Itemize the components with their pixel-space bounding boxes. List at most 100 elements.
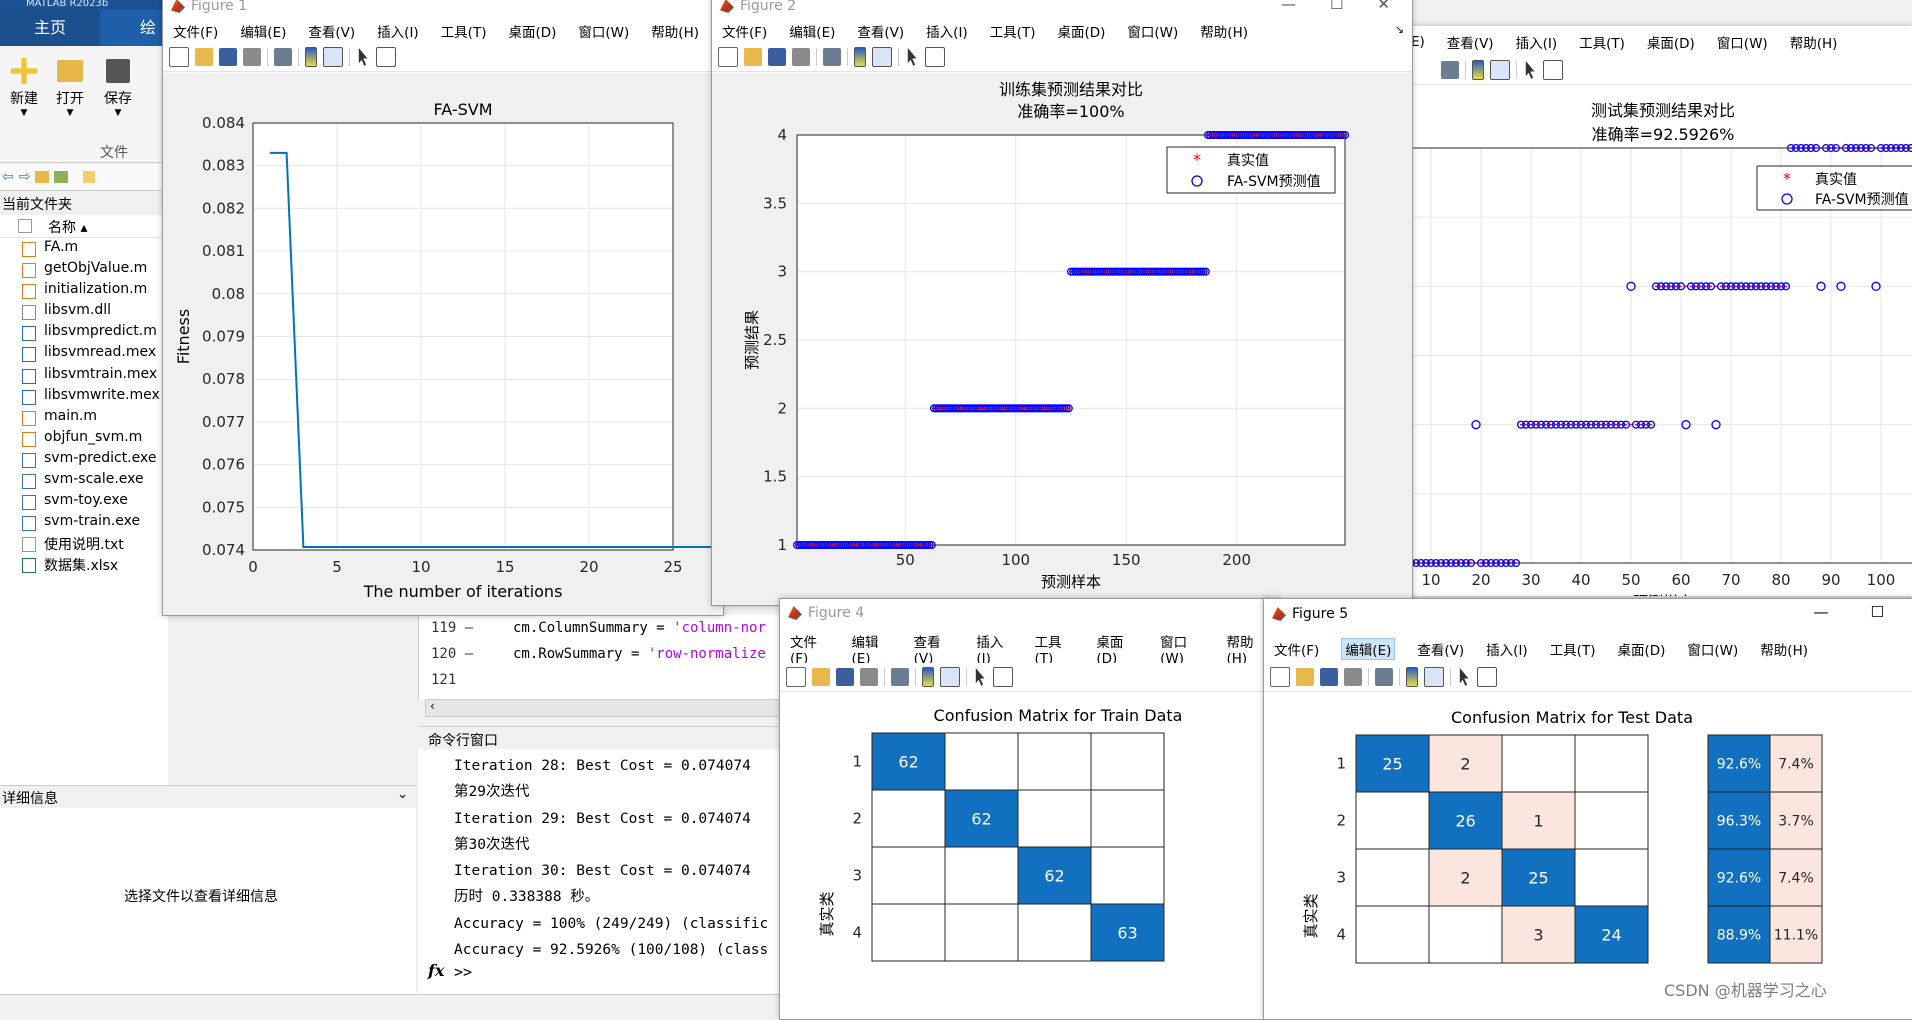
editor-line[interactable]: 119 — cm.ColumnSummary = 'column-nor — [419, 615, 789, 641]
file-item[interactable]: libsvmwrite.mex — [0, 386, 168, 407]
fx-icon[interactable]: fx — [428, 961, 444, 980]
legend-icon[interactable] — [1424, 667, 1444, 687]
file-item[interactable]: getObjValue.m — [0, 259, 168, 280]
new-figure-icon[interactable] — [169, 47, 189, 67]
name-column-header[interactable]: 名称 ▴ — [48, 217, 87, 237]
link-icon[interactable] — [1375, 668, 1393, 686]
file-item[interactable]: svm-toy.exe — [0, 491, 168, 512]
menu-item[interactable]: 查看(V) — [914, 631, 955, 667]
back-arrow-icon[interactable]: ⇦ — [2, 169, 14, 185]
menu-item[interactable]: 插入(I) — [377, 21, 419, 41]
menu-item[interactable]: 桌面(D) — [508, 21, 556, 41]
menu-item[interactable]: 文件(F) — [173, 21, 218, 41]
colorbar-icon[interactable] — [922, 667, 934, 687]
save-figure-icon[interactable] — [836, 668, 854, 686]
menu-item[interactable]: 编辑(E) — [789, 21, 835, 41]
tab-home[interactable]: 主页 — [0, 10, 100, 46]
menu-item[interactable]: 查看(V) — [1417, 639, 1464, 659]
command-window[interactable]: Iteration 28: Best Cost = 0.074074 第29次迭代… — [418, 749, 788, 994]
open-file-icon[interactable] — [744, 48, 762, 66]
menu-item[interactable]: 工具(T) — [441, 21, 487, 41]
menu-item[interactable]: 文件(F) — [1274, 639, 1319, 659]
menu-item[interactable]: 窗口(W) — [578, 21, 629, 41]
menu-item[interactable]: 插入(I) — [976, 631, 1012, 667]
edit-plot-arrow-icon[interactable] — [975, 668, 985, 686]
legend-icon[interactable] — [940, 667, 960, 687]
file-item[interactable]: 数据集.xlsx — [0, 554, 168, 575]
file-item[interactable]: libsvm.dll — [0, 301, 168, 322]
scroll-left-icon[interactable]: ‹ — [430, 699, 435, 713]
edit-plot-arrow-icon[interactable] — [907, 48, 917, 66]
menu-item[interactable]: 桌面(D) — [1057, 21, 1105, 41]
figure1-titlebar[interactable]: Figure 1 — [163, 0, 723, 19]
file-item[interactable]: libsvmpredict.m — [0, 322, 168, 343]
file-item[interactable]: svm-scale.exe — [0, 470, 168, 491]
menu-item[interactable]: 编辑(E) — [851, 631, 891, 667]
editor-line[interactable]: 121 — [419, 667, 789, 693]
forward-arrow-icon[interactable]: ⇨ — [19, 169, 31, 185]
menu-item[interactable]: 帮助(H) — [1760, 639, 1808, 659]
open-file-icon[interactable] — [195, 48, 213, 66]
file-item[interactable]: svm-predict.exe — [0, 449, 168, 470]
maximize-icon[interactable]: ☐ — [1871, 603, 1884, 621]
menu-item[interactable]: 帮助(H) — [1200, 21, 1248, 41]
menu-item[interactable]: 文件(F) — [722, 21, 767, 41]
menu-item[interactable]: 查看(V) — [857, 21, 904, 41]
menu-item[interactable]: 编辑(E) — [240, 21, 286, 41]
menu-item[interactable]: 帮助(H) — [1226, 631, 1268, 667]
file-item[interactable]: objfun_svm.m — [0, 428, 168, 449]
minimize-icon[interactable]: — — [1814, 603, 1829, 621]
edit-plot-arrow-icon[interactable] — [358, 48, 368, 66]
save-figure-icon[interactable] — [768, 48, 786, 66]
close-icon[interactable]: ✕ — [1377, 0, 1390, 13]
menu-item[interactable]: 帮助(H) — [1790, 32, 1838, 52]
editor-line[interactable]: 120 — cm.RowSummary = 'row-normalize — [419, 641, 789, 667]
file-item[interactable]: libsvmtrain.mex — [0, 365, 168, 386]
save-figure-icon[interactable] — [219, 48, 237, 66]
menu-item[interactable]: 查看(V) — [1447, 32, 1494, 52]
property-inspector-icon[interactable] — [376, 47, 396, 67]
menu-item[interactable]: 工具(T) — [1579, 32, 1625, 52]
menu-item[interactable]: 工具(T) — [990, 21, 1036, 41]
menu-item[interactable]: 插入(I) — [1516, 32, 1558, 52]
colorbar-icon[interactable] — [1406, 667, 1418, 687]
command-prompt[interactable]: >> — [454, 963, 472, 981]
menu-item[interactable]: 窗口(W) — [1717, 32, 1768, 52]
file-item[interactable]: main.m — [0, 407, 168, 428]
menu-item[interactable]: 窗口(W) — [1127, 21, 1178, 41]
menu-item[interactable]: 桌面(D) — [1647, 32, 1695, 52]
new-button[interactable]: 新建 ▼ — [4, 54, 44, 134]
menu-item[interactable]: 插入(I) — [1486, 639, 1528, 659]
edit-plot-arrow-icon[interactable] — [1459, 668, 1469, 686]
menu-item[interactable]: 工具(T) — [1035, 631, 1075, 667]
figure2-titlebar[interactable]: Figure 2 — ☐ ✕ — [712, 0, 1412, 19]
legend-icon[interactable] — [323, 47, 343, 67]
figure5-titlebar[interactable]: Figure 5 — ☐ — [1264, 599, 1912, 629]
print-icon[interactable] — [243, 48, 261, 66]
file-item[interactable]: 使用说明.txt — [0, 533, 168, 554]
colorbar-icon[interactable] — [1472, 60, 1484, 80]
up-folder-icon[interactable] — [35, 171, 50, 183]
editor-scrollbar[interactable]: ‹ — [425, 699, 787, 717]
details-header[interactable]: 详细信息 ⌄ — [0, 785, 416, 809]
new-figure-icon[interactable] — [1270, 667, 1290, 687]
edit-plot-arrow-icon[interactable] — [1525, 61, 1535, 79]
browse-folder-icon[interactable] — [54, 171, 69, 183]
open-button[interactable]: 打开 ▼ — [50, 54, 90, 134]
minimize-icon[interactable]: — — [1281, 0, 1296, 13]
print-icon[interactable] — [860, 668, 878, 686]
menu-item[interactable]: E) — [1411, 34, 1425, 50]
menu-item[interactable]: 工具(T) — [1550, 639, 1596, 659]
menu-item[interactable]: 窗口(W) — [1687, 639, 1738, 659]
figure4-titlebar[interactable]: Figure 4 — [780, 599, 1280, 627]
menu-item[interactable]: 帮助(H) — [651, 21, 699, 41]
legend-icon[interactable] — [1490, 60, 1510, 80]
link-icon[interactable] — [823, 48, 841, 66]
link-icon[interactable] — [274, 48, 292, 66]
link-icon[interactable] — [891, 668, 909, 686]
file-item[interactable]: initialization.m — [0, 280, 168, 301]
file-item[interactable]: libsvmread.mex — [0, 343, 168, 364]
new-figure-icon[interactable] — [786, 667, 806, 687]
colorbar-icon[interactable] — [305, 47, 317, 67]
open-file-icon[interactable] — [812, 668, 830, 686]
